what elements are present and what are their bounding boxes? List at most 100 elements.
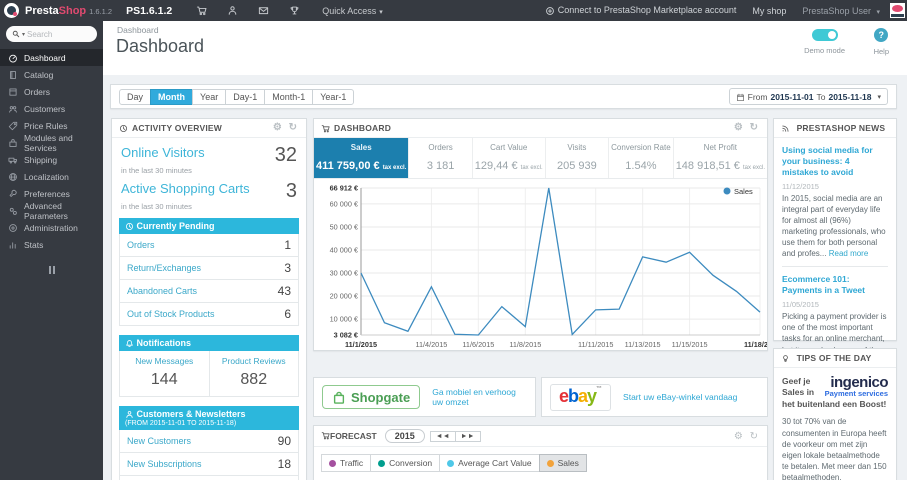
range-button-year[interactable]: Year: [192, 88, 227, 105]
panel-settings-icon[interactable]: ⚙: [734, 431, 745, 442]
sidebar-item-price-rules[interactable]: Price Rules: [0, 117, 103, 134]
avatar[interactable]: [890, 3, 905, 18]
sidebar-item-preferences[interactable]: Preferences: [0, 185, 103, 202]
forecast-toggle-conversion[interactable]: Conversion: [370, 454, 441, 472]
active-carts-link[interactable]: Active Shopping Carts: [121, 181, 286, 196]
chevron-down-icon: ▾: [379, 8, 383, 16]
read-more-link[interactable]: Read more: [829, 249, 869, 258]
list-item[interactable]: New Subscriptions 18: [120, 453, 298, 477]
range-button-month[interactable]: Month: [150, 88, 194, 105]
news-article-title[interactable]: Ecommerce 101: Payments in a Tweet: [782, 274, 888, 296]
date-to: 2015-11-18: [828, 91, 872, 102]
svg-text:Sales: Sales: [734, 187, 753, 196]
panel-refresh-icon[interactable]: ↻: [289, 122, 299, 133]
sidebar-item-orders[interactable]: Orders: [0, 83, 103, 100]
sidebar-item-catalog[interactable]: Catalog: [0, 66, 103, 83]
panel-refresh-icon[interactable]: ↻: [750, 431, 760, 442]
modules-icon: [9, 138, 17, 147]
svg-text:10 000 €: 10 000 €: [330, 315, 358, 324]
topbar-trophy-button[interactable]: [279, 5, 310, 16]
forecast-panel: FORECAST 2015 ◄◄ ►► ⚙ ↻ Traffic Conversion…: [313, 425, 768, 480]
topbar-person-button[interactable]: [217, 5, 248, 16]
svg-text:11/18/201: 11/18/201: [744, 340, 767, 349]
series-color-dot: [329, 459, 336, 467]
topbar-cart-button[interactable]: [186, 5, 217, 16]
shopgate-link[interactable]: Ga mobiel en verhoog uw omzet: [432, 387, 527, 407]
admin-icon: [9, 223, 17, 232]
list-item[interactable]: Orders 1: [120, 234, 298, 258]
notification-cell[interactable]: New Messages 144: [120, 351, 209, 396]
forecast-prev-button[interactable]: ◄◄: [429, 430, 456, 442]
forecast-year[interactable]: 2015: [384, 429, 425, 443]
svg-text:11/13/2015: 11/13/2015: [625, 340, 661, 349]
sidebar-item-dashboard[interactable]: Dashboard: [0, 49, 103, 66]
help-icon: ?: [874, 28, 889, 42]
range-button-day-1[interactable]: Day-1: [225, 88, 266, 105]
kpi-conversion-rate[interactable]: Conversion Rate 1.54%: [609, 138, 674, 178]
news-article-title[interactable]: Using social media for your business: 4 …: [782, 145, 888, 178]
rss-icon: [782, 125, 789, 132]
kpi-orders[interactable]: Orders 3 181: [409, 138, 473, 178]
panel-settings-icon[interactable]: ⚙: [734, 122, 745, 133]
sidebar-item-customers[interactable]: Customers: [0, 100, 103, 117]
my-shop-link[interactable]: My shop: [752, 6, 786, 16]
ebay-link[interactable]: Start uw eBay-winkel vandaag: [623, 392, 737, 402]
list-item[interactable]: Out of Stock Products 6: [120, 303, 298, 325]
list-item[interactable]: Total Subscribers1308: [120, 476, 298, 480]
prestashop-logo[interactable]: [4, 3, 19, 18]
forecast-next-button[interactable]: ►►: [454, 430, 481, 442]
range-button-day[interactable]: Day: [119, 88, 152, 105]
quick-access-menu[interactable]: Quick Access ▾: [322, 6, 383, 16]
sidebar-collapse-button[interactable]: [0, 266, 103, 274]
news-article-date: 11/12/2015: [782, 182, 819, 192]
range-button-month-1[interactable]: Month-1: [264, 88, 314, 105]
marketplace-connect-link[interactable]: Connect to PrestaShop Marketplace accoun…: [545, 5, 736, 16]
forecast-toggle-average-cart-value[interactable]: Average Cart Value: [439, 454, 540, 472]
panel-refresh-icon[interactable]: ↻: [750, 122, 760, 133]
notification-cell[interactable]: Product Reviews 882: [208, 351, 299, 397]
bulb-icon: [783, 355, 788, 363]
user-menu[interactable]: PrestaShop User ▾: [802, 6, 880, 16]
range-button-year-1[interactable]: Year-1: [312, 88, 355, 105]
date-range-picker[interactable]: From 2015-11-01 To 2015-11-18 ▾: [728, 88, 888, 105]
forecast-toggle-traffic[interactable]: Traffic: [321, 454, 372, 472]
sidebar-item-modules-and-services[interactable]: Modules and Services: [0, 133, 103, 153]
date-from: 2015-11-01: [770, 91, 814, 102]
book-icon: [10, 70, 16, 79]
link-icon: [546, 6, 555, 15]
series-color-dot: [378, 459, 386, 467]
svg-text:11/1/2015: 11/1/2015: [345, 340, 377, 349]
svg-text:60 000 €: 60 000 €: [330, 199, 358, 208]
demo-mode-toggle[interactable]: [811, 29, 838, 41]
breadcrumb: Dashboard: [117, 25, 159, 35]
sidebar-search[interactable]: ▾: [6, 26, 97, 42]
sidebar-item-shipping[interactable]: Shipping: [0, 151, 103, 168]
ebay-logo[interactable]: ebay™: [550, 383, 612, 411]
news-article: Using social media for your business: 4 …: [782, 145, 888, 259]
sidebar-item-stats[interactable]: Stats: [0, 236, 103, 253]
sidebar-item-advanced-parameters[interactable]: Advanced Parameters: [0, 201, 103, 221]
list-item[interactable]: Abandoned Carts 43: [120, 280, 298, 304]
kpi-net-profit[interactable]: Net Profit 148 918,51 € tax excl.: [674, 138, 767, 178]
forecast-toggle-sales[interactable]: Sales: [538, 454, 587, 472]
ingenico-logo[interactable]: ingenico Payment services: [816, 375, 889, 397]
topbar: PrestaShop 1.6.1.2 PS1.6.1.2 Quick Access…: [0, 0, 907, 21]
list-item[interactable]: Return/Exchanges 3: [120, 257, 298, 281]
topbar-envelope-button[interactable]: [248, 5, 279, 16]
search-input[interactable]: [27, 29, 80, 39]
online-visitors-value: 32: [274, 144, 297, 166]
gauge-icon: [9, 54, 17, 62]
list-item[interactable]: New Customers 90: [120, 430, 298, 454]
panel-settings-icon[interactable]: ⚙: [273, 122, 284, 133]
clock-icon: [120, 125, 127, 133]
kpi-sales[interactable]: Sales 411 759,00 € tax excl.: [314, 138, 410, 178]
sidebar-item-localization[interactable]: Localization: [0, 168, 103, 185]
shop-code: PS1.6.1.2: [126, 4, 173, 17]
help-button[interactable]: ? Help: [874, 28, 889, 56]
kpi-visits[interactable]: Visits 205 939: [546, 138, 610, 178]
sidebar-item-administration[interactable]: Administration: [0, 219, 103, 236]
shopgate-logo[interactable]: Shopgate: [322, 385, 421, 409]
online-visitors-link[interactable]: Online Visitors: [121, 145, 275, 160]
kpi-cart-value[interactable]: Cart Value 129,44 € tax excl.: [473, 138, 546, 178]
series-color-dot: [447, 459, 455, 467]
